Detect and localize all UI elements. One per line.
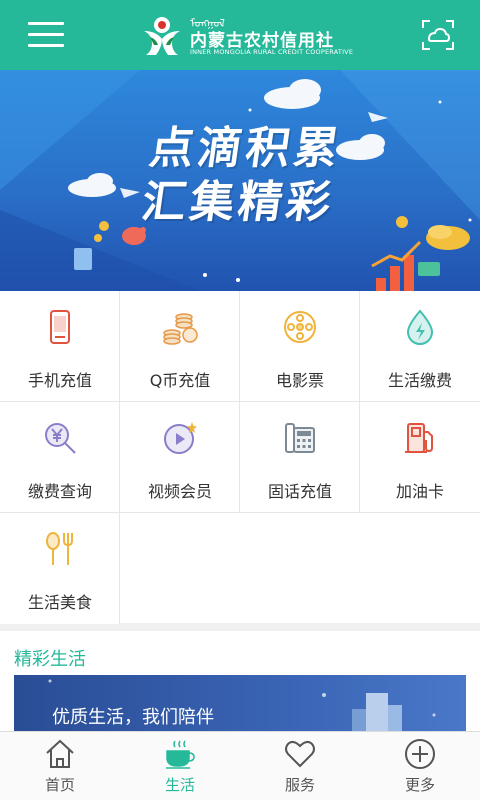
heart-icon: [285, 740, 315, 768]
home-icon: [46, 739, 74, 768]
service-label: 手机充值: [27, 371, 92, 390]
service-label: 电影票: [275, 371, 324, 390]
promo-banner[interactable]: 点滴积累 汇集精彩: [0, 70, 480, 291]
tab-life[interactable]: 生活: [120, 732, 240, 800]
featured-life-section: 精彩生活 优质生活，我们陪伴: [0, 631, 480, 731]
service-video-membership[interactable]: 视频会员: [120, 402, 240, 513]
coffee-cup-icon: [166, 740, 195, 769]
landline-phone-icon: [285, 423, 315, 453]
scan-icon[interactable]: [420, 17, 456, 53]
service-utility-payment[interactable]: 生活缴费: [360, 291, 480, 402]
promo-text: 优质生活，我们陪伴: [52, 707, 214, 728]
video-play-icon: [164, 422, 197, 454]
service-label: 生活美食: [27, 593, 92, 612]
film-reel-icon: [284, 311, 316, 343]
service-mobile-topup[interactable]: 手机充值: [0, 291, 120, 402]
section-title: 精彩生活: [14, 649, 86, 670]
banner-line-1: 点滴积累: [146, 123, 346, 174]
tab-label: 生活: [164, 776, 195, 794]
tab-label: 更多: [404, 776, 435, 794]
tab-service[interactable]: 服务: [240, 732, 360, 800]
service-label: 缴费查询: [27, 482, 92, 501]
service-label: 固话充值: [267, 482, 332, 501]
yuan-search-icon: [45, 423, 76, 454]
life-promo-banner[interactable]: 优质生活，我们陪伴: [14, 675, 466, 731]
fuel-pump-icon: [405, 423, 433, 453]
tab-home[interactable]: 首页: [0, 732, 120, 800]
plus-circle-icon: [405, 739, 435, 769]
service-landline-topup[interactable]: 固话充值: [240, 402, 360, 513]
tab-label: 服务: [284, 776, 315, 794]
service-label: 视频会员: [147, 482, 212, 501]
service-payment-query[interactable]: 缴费查询: [0, 402, 120, 513]
service-qcoin-topup[interactable]: Q币充值: [120, 291, 240, 402]
banner-headline: 点滴积累 汇集精彩: [138, 122, 346, 230]
service-label: Q币充值: [149, 371, 211, 390]
phone-icon: [50, 310, 70, 344]
menu-icon[interactable]: [28, 20, 64, 50]
banner-line-2: 汇集精彩: [138, 177, 338, 228]
service-food[interactable]: 生活美食: [0, 513, 120, 624]
bank-logo: ᠮᠣᠩᠭᠣᠯ 内蒙古农村信用社 INNER MONGOLIA RURAL CRE…: [140, 10, 354, 60]
tab-more[interactable]: 更多: [360, 732, 480, 800]
service-movie-ticket[interactable]: 电影票: [240, 291, 360, 402]
service-fuel-card[interactable]: 加油卡: [360, 402, 480, 513]
bottom-tab-bar: 首页 生活 服务 更多: [0, 731, 480, 800]
rural-credit-logo-icon: [144, 17, 180, 55]
logo-english-text: INNER MONGOLIA RURAL CREDIT COOPERATIVE: [190, 48, 354, 56]
coins-icon: [163, 313, 198, 345]
water-drop-bolt-icon: [406, 309, 434, 345]
service-label: 生活缴费: [387, 371, 452, 390]
tab-label: 首页: [44, 776, 75, 794]
fork-spoon-icon: [46, 532, 73, 565]
service-grid: 手机充值 Q币充值 电影票 生活缴费 缴费查询 视频会员 固话充值 加油卡 生活…: [0, 291, 480, 624]
app-header: ᠮᠣᠩᠭᠣᠯ 内蒙古农村信用社 INNER MONGOLIA RURAL CRE…: [0, 0, 480, 70]
service-label: 加油卡: [395, 482, 444, 501]
